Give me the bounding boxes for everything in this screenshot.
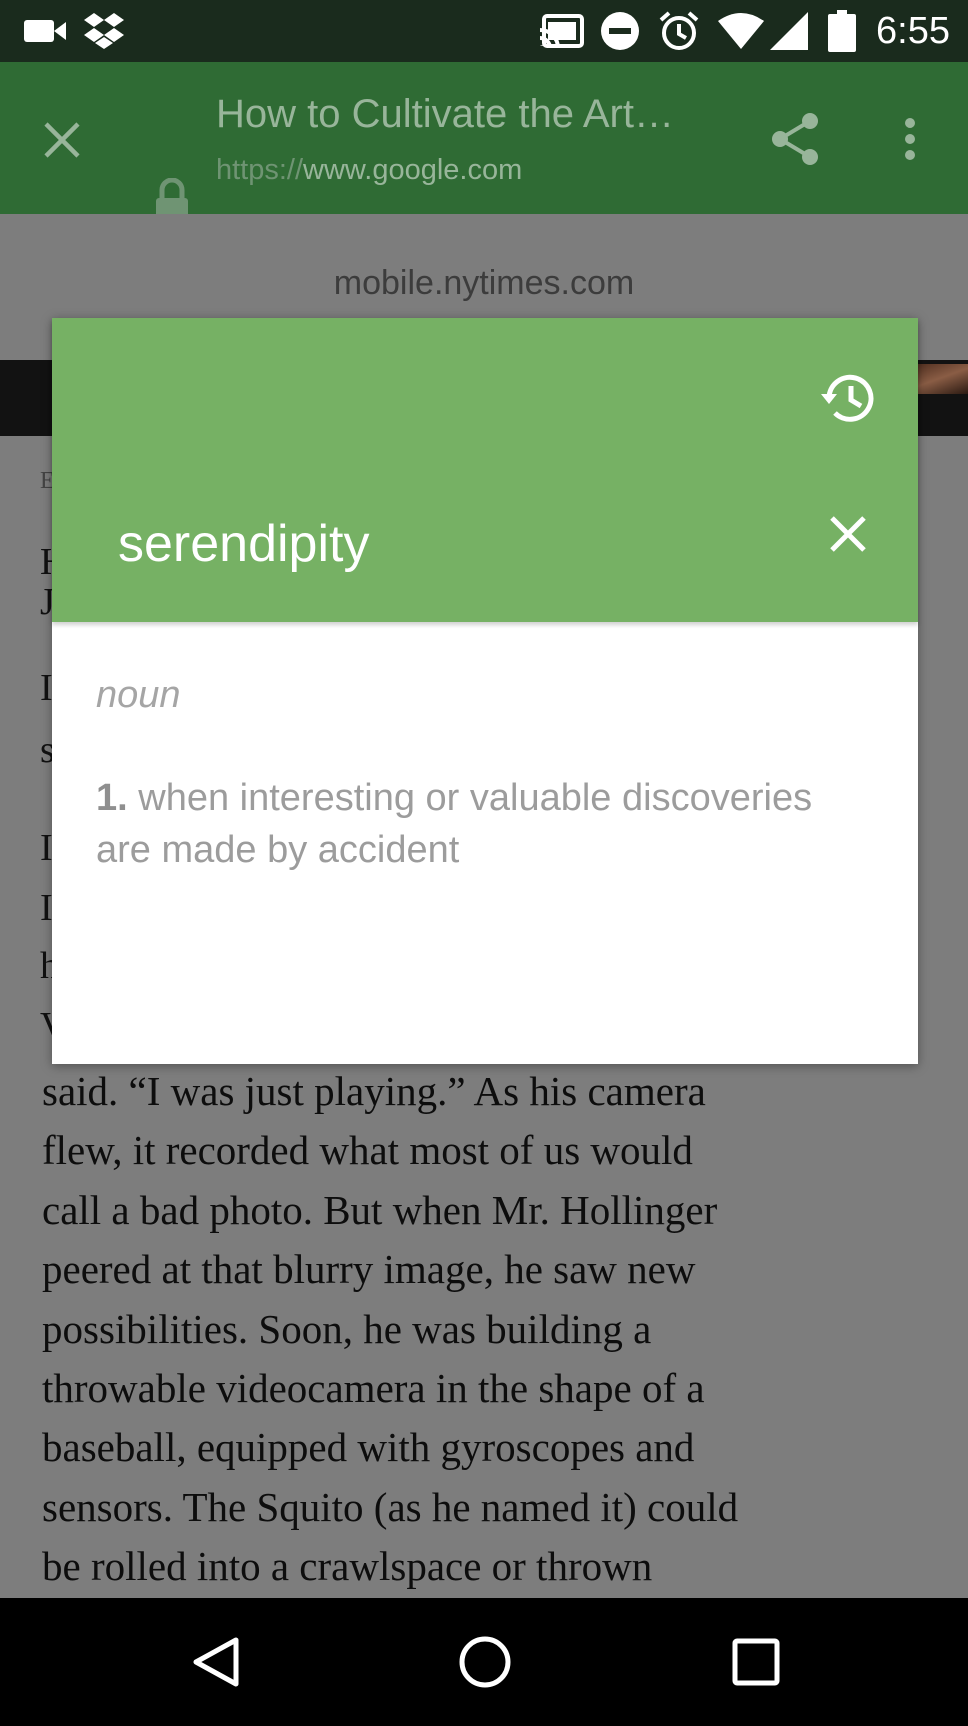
article-line: peered at that blurry image, he saw new [42, 1246, 696, 1293]
url-host: www.google.com [303, 154, 523, 186]
article-line: said. “I was just playing.” As his camer… [42, 1068, 706, 1114]
recents-icon[interactable] [696, 1598, 816, 1726]
status-time: 6:55 [876, 10, 950, 52]
do-not-disturb-icon [600, 0, 640, 62]
definition: 1. when interesting or valuable discover… [96, 772, 856, 876]
part-of-speech: noun [96, 674, 181, 716]
url-scheme: https:// [216, 154, 304, 186]
page-title: How to Cultivate the Art… [216, 92, 674, 136]
more-vert-icon[interactable] [890, 104, 930, 174]
page-url: https://www.google.com [216, 154, 522, 187]
definition-text: when interesting or valuable discoveries… [96, 777, 813, 871]
share-icon[interactable] [760, 104, 830, 174]
text-fragment: I [40, 827, 53, 869]
custom-tab-toolbar: How to Cultivate the Art… https://www.go… [0, 62, 968, 222]
article-line: sensors. The Squito (as he named it) cou… [42, 1483, 739, 1530]
article-line: be rolled into a crawlspace or thrown [42, 1543, 653, 1590]
site-domain: mobile.nytimes.com [333, 264, 635, 302]
text-fragment: I [40, 667, 53, 709]
article-line: flew, it recorded what most of us would [42, 1127, 693, 1174]
text-fragment: I [40, 887, 53, 929]
alarm-icon [658, 0, 700, 62]
dictionary-header: serendipity [52, 318, 918, 622]
article-line: call a bad photo. But when Mr. Hollinger [42, 1186, 718, 1233]
article-line: throwable videocamera in the shape of a [42, 1365, 705, 1412]
dictionary-card[interactable]: serendipity noun 1. when interesting or … [52, 318, 918, 1064]
close-icon[interactable] [812, 498, 884, 570]
video-camera-icon [24, 0, 66, 62]
status-bar: 6:55 [0, 0, 968, 62]
dictionary-word: serendipity [118, 515, 370, 573]
home-icon[interactable] [425, 1598, 545, 1726]
article-line: possibilities. Soon, he was building a [42, 1305, 652, 1352]
dropbox-icon [84, 0, 124, 62]
battery-icon [828, 0, 856, 62]
wifi-icon [718, 0, 764, 62]
signal-icon [770, 0, 808, 62]
close-icon[interactable] [30, 108, 94, 172]
back-icon[interactable] [156, 1598, 276, 1726]
cast-icon [538, 0, 584, 62]
article-line: baseball, equipped with gyroscopes and [42, 1424, 695, 1471]
history-icon[interactable] [810, 360, 886, 436]
navigation-bar [0, 1598, 968, 1726]
definition-number: 1. [96, 777, 128, 819]
article-body: said. “I was just playing.” As his camer… [42, 1062, 942, 1597]
